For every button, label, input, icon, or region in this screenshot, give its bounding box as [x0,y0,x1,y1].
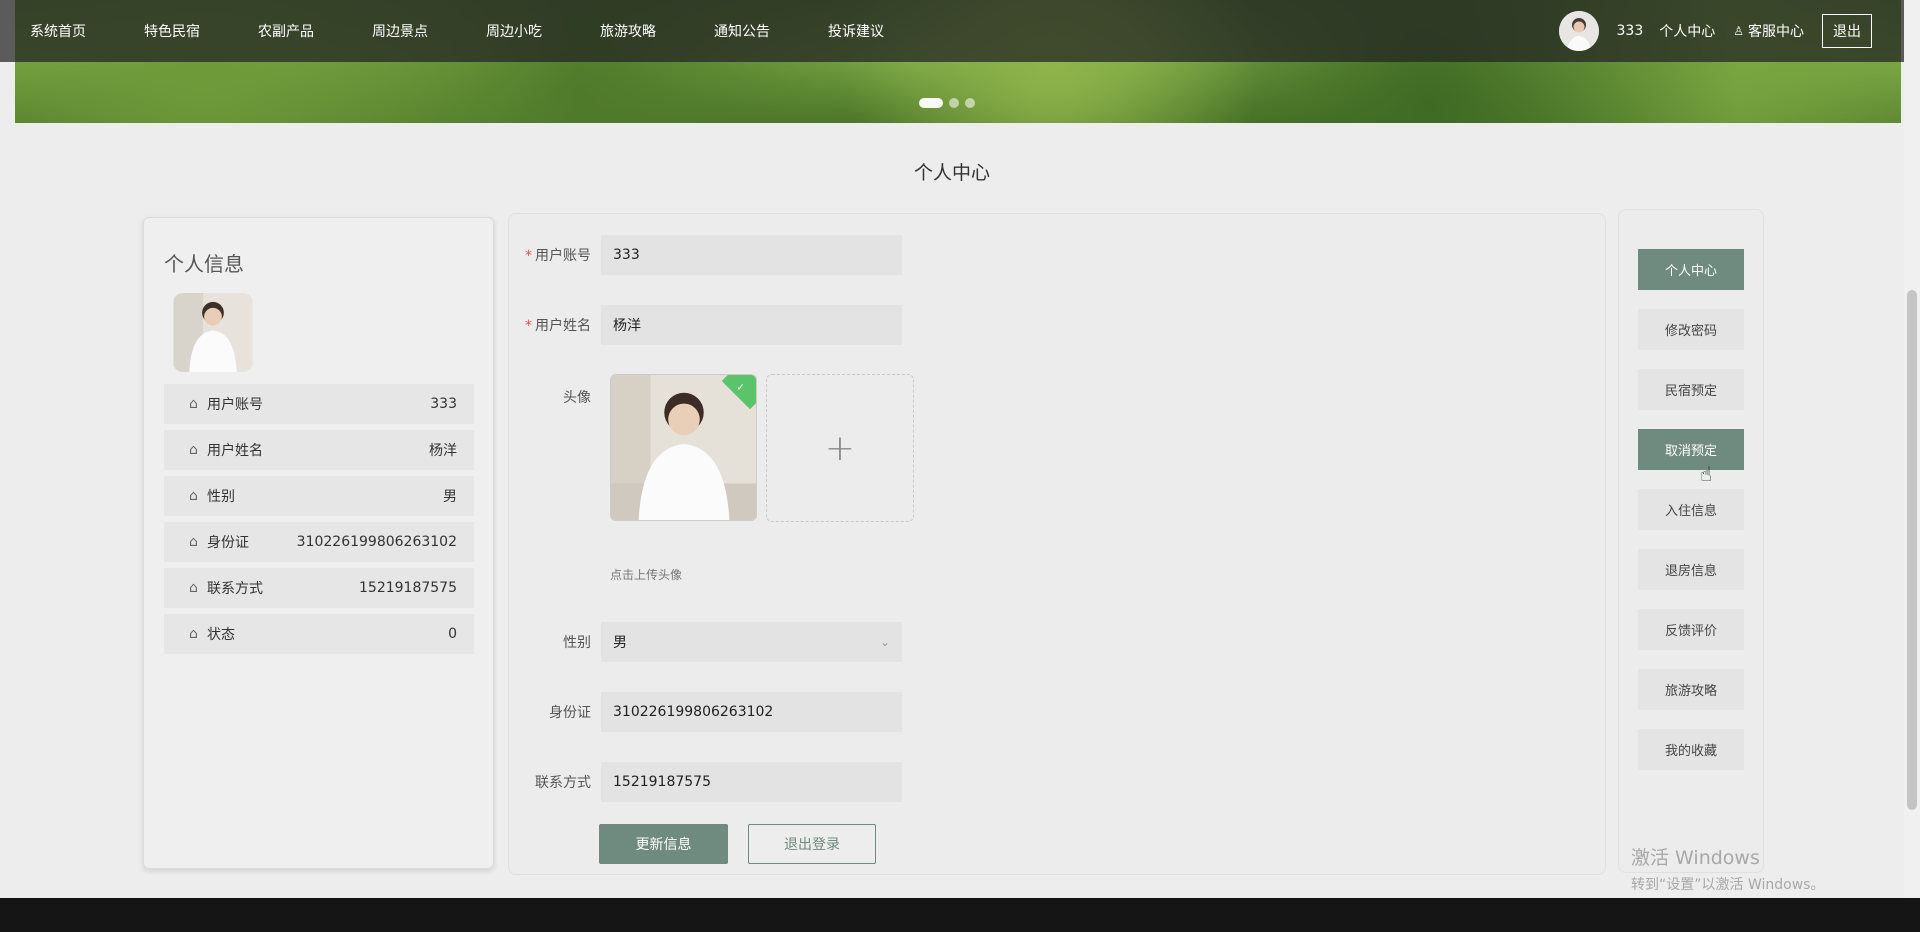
person-photo-icon [1558,11,1599,51]
form-row-phone: 联系方式 [509,762,902,802]
side-menu: 个人中心 修改密码 民宿预定 取消预定 入住信息 退房信息 反馈评价 旅游攻略 … [1618,209,1764,873]
id-label: 身份证 [549,705,591,721]
menu-checkout-info[interactable]: 退房信息 [1638,549,1744,590]
nav-item-products[interactable]: 农副产品 [258,21,314,41]
nav-item-homestay[interactable]: 特色民宿 [144,21,200,41]
carousel-dot-1[interactable] [919,98,943,108]
update-info-button[interactable]: 更新信息 [599,824,728,864]
home-icon: ⌂ [189,626,198,642]
nav-username[interactable]: 333 [1617,23,1644,39]
form-row-account: * 用户账号 [509,235,902,275]
bottom-bar [0,898,1920,932]
page-title: 个人中心 [913,162,990,184]
home-icon: ⌂ [189,580,198,596]
avatar[interactable] [1558,11,1599,51]
upload-add-button[interactable]: + [766,374,914,522]
windows-activation-watermark: 激活 Windows 转到“设置”以激活 Windows。 [1631,843,1824,894]
home-icon: ⌂ [189,442,198,458]
id-input[interactable] [601,692,902,732]
carousel-dots[interactable] [919,98,975,108]
form-row-id: 身份证 [509,692,902,732]
user-icon: ♙ [1733,24,1744,38]
gender-label: 性别 [563,635,591,651]
carousel-dot-2[interactable] [949,98,959,108]
logout-button[interactable]: 退出 [1822,14,1872,48]
info-label: 用户账号 [207,397,263,413]
info-row-id: ⌂ 身份证 310226199806263102 [164,522,474,562]
upload-hint: 点击上传头像 [610,568,683,582]
gender-select-value: 男 [613,635,627,651]
gender-select[interactable]: 男 ⌄ [601,622,902,662]
info-label: 身份证 [207,535,249,551]
profile-info-list: ⌂ 用户账号 333 ⌂ 用户姓名 杨洋 ⌂ 性别 男 ⌂ 身份证 310226… [164,384,474,660]
person-photo-icon [611,375,756,520]
info-row-name: ⌂ 用户姓名 杨洋 [164,430,474,470]
menu-checkin-info[interactable]: 入住信息 [1638,489,1744,530]
avatar-label: 头像 [563,390,591,406]
check-icon: ✓ [736,382,745,394]
form-row-name: * 用户姓名 [509,305,902,345]
nav-item-attractions[interactable]: 周边景点 [372,21,428,41]
nav-service-center[interactable]: ♙ 客服中心 [1733,21,1804,41]
info-label: 状态 [207,627,235,643]
account-label: * 用户账号 [525,248,591,264]
uploaded-avatar[interactable]: ✓ [610,374,757,521]
name-label: * 用户姓名 [525,318,591,334]
nav-item-complaints[interactable]: 投诉建议 [828,21,884,41]
menu-homestay-booking[interactable]: 民宿预定 [1638,369,1744,410]
name-input[interactable] [601,305,902,345]
account-input[interactable] [601,235,902,275]
menu-change-password[interactable]: 修改密码 [1638,309,1744,350]
info-row-account: ⌂ 用户账号 333 [164,384,474,424]
info-label: 性别 [207,489,235,505]
info-value: 0 [448,626,457,642]
profile-form: *用户账号 *用户姓名 头像 ✓ + 点击上传头像 性别 男 ⌄ 身份证 联系方… [508,213,1606,875]
top-nav: 系统首页 特色民宿 农副产品 周边景点 周边小吃 旅游攻略 通知公告 投诉建议 … [0,0,1920,62]
menu-feedback[interactable]: 反馈评价 [1638,609,1744,650]
nav-item-guides[interactable]: 旅游攻略 [600,21,656,41]
info-label: 联系方式 [207,581,263,597]
info-value: 15219187575 [359,580,457,596]
scrollbar-thumb[interactable] [1907,290,1917,810]
info-row-status: ⌂ 状态 0 [164,614,474,654]
carousel-dot-3[interactable] [965,98,975,108]
home-icon: ⌂ [189,396,198,412]
info-value: 310226199806263102 [296,534,457,550]
phone-label: 联系方式 [535,775,591,791]
hand-cursor-icon: ☝ [1700,462,1713,486]
chevron-down-icon: ⌄ [879,635,890,649]
nav-personal-center[interactable]: 个人中心 [1659,21,1715,41]
menu-favorites[interactable]: 我的收藏 [1638,729,1744,770]
profile-card: 个人信息 ⌂ 用户账号 333 ⌂ 用户姓名 杨洋 ⌂ 性别 男 ⌂ 身份证 3… [143,217,494,869]
nav-menu: 系统首页 特色民宿 农副产品 周边景点 周边小吃 旅游攻略 通知公告 投诉建议 [30,21,942,41]
menu-travel-guides[interactable]: 旅游攻略 [1638,669,1744,710]
nav-user-area: 333 个人中心 ♙ 客服中心 退出 [1558,11,1872,51]
home-icon: ⌂ [189,534,198,550]
info-value: 杨洋 [429,443,457,459]
nav-item-home[interactable]: 系统首页 [30,21,86,41]
home-icon: ⌂ [189,488,198,504]
form-row-gender: 性别 男 ⌄ [509,622,902,662]
logout-account-button[interactable]: 退出登录 [748,824,876,864]
info-value: 男 [443,489,457,505]
info-row-gender: ⌂ 性别 男 [164,476,474,516]
menu-cancel-booking[interactable]: 取消预定 [1638,429,1744,470]
nav-service-center-label: 客服中心 [1748,24,1804,40]
nav-item-snacks[interactable]: 周边小吃 [486,21,542,41]
info-value: 333 [430,396,457,412]
plus-icon: + [824,427,856,469]
watermark-line2: 转到“设置”以激活 Windows。 [1631,877,1825,893]
person-photo-icon [173,293,253,372]
phone-input[interactable] [601,762,902,802]
nav-item-notices[interactable]: 通知公告 [714,21,770,41]
menu-personal-center[interactable]: 个人中心 [1638,249,1744,290]
profile-avatar [173,293,253,372]
page-scrollbar[interactable] [1904,0,1920,898]
watermark-line1: 激活 Windows [1631,847,1760,869]
info-row-phone: ⌂ 联系方式 15219187575 [164,568,474,608]
info-label: 用户姓名 [207,443,263,459]
profile-card-title: 个人信息 [164,252,244,276]
